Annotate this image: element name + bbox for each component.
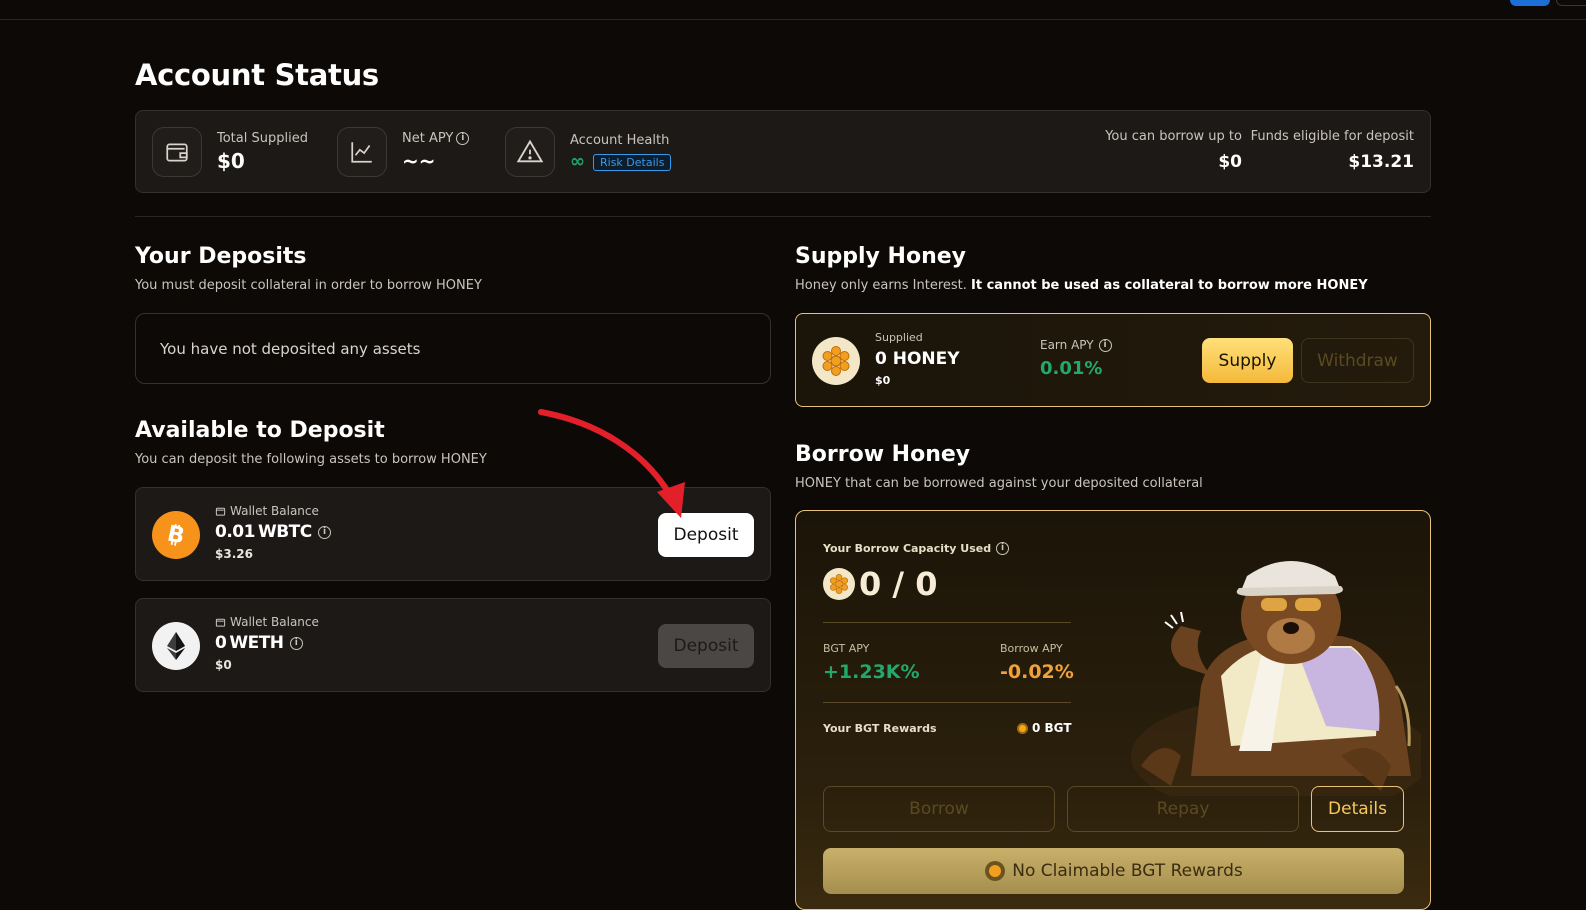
supplied-amount: 0 HONEY	[875, 349, 960, 369]
info-icon[interactable]: i	[996, 542, 1010, 555]
deposits-subtitle: You must deposit collateral in order to …	[135, 278, 482, 293]
supply-subtitle: Honey only earns Interest. It cannot be …	[795, 278, 1368, 293]
borrow-apy-value: -0.02%	[1000, 661, 1074, 683]
top-bar	[0, 0, 1586, 20]
funds-eligible-value: $13.21	[1348, 152, 1414, 172]
funds-eligible-label: Funds eligible for deposit	[1250, 129, 1414, 144]
available-subtitle: You can deposit the following assets to …	[135, 452, 487, 467]
wallet-icon	[152, 127, 202, 177]
honey-icon	[823, 568, 855, 600]
asset-symbol: WBTC	[257, 522, 312, 542]
account-health-label: Account Health	[570, 133, 670, 148]
deposits-title: Your Deposits	[135, 244, 307, 269]
risk-details-button[interactable]: Risk Details	[593, 153, 672, 171]
info-icon[interactable]: i	[289, 636, 303, 650]
net-apy-stat: Net APY i ~~	[337, 127, 470, 177]
borrow-apy-label: Borrow APY	[1000, 642, 1063, 655]
funds-eligible-stat: Funds eligible for deposit $13.21	[1251, 129, 1414, 172]
menu-button[interactable]	[1556, 0, 1586, 6]
total-supplied-label: Total Supplied	[217, 131, 308, 146]
warning-icon	[505, 127, 555, 177]
bitcoin-icon: B	[152, 511, 200, 559]
earn-apy-label: Earn APY	[1040, 338, 1094, 352]
asset-card-weth: Wallet Balance 0 WETH i $0 Deposit	[135, 598, 771, 692]
supply-subtitle-bold: It cannot be used as collateral to borro…	[971, 278, 1368, 293]
bgt-rewards-label: Your BGT Rewards	[823, 722, 937, 735]
asset-usd: $0	[215, 658, 232, 672]
details-button[interactable]: Details	[1311, 786, 1404, 832]
wallet-small-icon	[215, 507, 226, 516]
bgt-apy-label: BGT APY	[823, 642, 870, 655]
separator	[823, 702, 1071, 703]
total-supplied-value: $0	[217, 149, 245, 173]
repay-button[interactable]: Repay	[1067, 786, 1299, 832]
borrow-card: Your Borrow Capacity Used i 0 / 0 BGT AP…	[795, 510, 1431, 910]
withdraw-button[interactable]: Withdraw	[1301, 338, 1414, 383]
wallet-small-icon	[215, 618, 226, 627]
bgt-token-icon	[1017, 722, 1028, 734]
deposit-weth-button[interactable]: Deposit	[658, 624, 754, 668]
net-apy-value: ~~	[402, 149, 436, 173]
asset-amount: 0	[215, 633, 227, 653]
bgt-rewards-value: 0 BGT	[1032, 721, 1072, 735]
borrow-up-to-value: $0	[1218, 152, 1242, 172]
ethereum-icon	[152, 622, 200, 670]
claim-rewards-label: No Claimable BGT Rewards	[1012, 861, 1243, 881]
bear-illustration	[1131, 561, 1421, 796]
empty-text: You have not deposited any assets	[160, 339, 421, 358]
asset-amount: 0.01	[215, 522, 255, 542]
borrow-capacity: 0 / 0	[823, 565, 938, 603]
wallet-button[interactable]	[1510, 0, 1550, 6]
borrow-capacity-value: 0 / 0	[859, 565, 938, 603]
annotation-arrow	[538, 409, 685, 518]
separator	[823, 622, 1071, 623]
supply-title: Supply Honey	[795, 244, 966, 269]
info-icon[interactable]: i	[456, 132, 470, 145]
asset-usd: $3.26	[215, 547, 253, 561]
bgt-apy-value: +1.23K%	[823, 661, 920, 683]
asset-symbol: WETH	[229, 633, 284, 653]
bgt-rewards: 0 BGT	[1017, 721, 1072, 735]
borrow-capacity-label: Your Borrow Capacity Used	[823, 542, 992, 555]
account-status-bar: Total Supplied $0 Net APY i ~~ Account H…	[135, 110, 1431, 193]
info-icon[interactable]: i	[1098, 338, 1112, 352]
borrow-up-to-stat: You can borrow up to $0	[1105, 129, 1242, 172]
supplied-label: Supplied	[875, 331, 923, 344]
supply-card: Supplied 0 HONEY $0 Earn APY i 0.01% Sup…	[795, 313, 1431, 407]
borrow-button[interactable]: Borrow	[823, 786, 1055, 832]
health-value: ∞	[570, 151, 585, 172]
supply-subtitle-plain: Honey only earns Interest.	[795, 278, 972, 293]
supply-button[interactable]: Supply	[1202, 338, 1293, 383]
claim-rewards-button[interactable]: No Claimable BGT Rewards	[823, 848, 1404, 894]
borrow-title: Borrow Honey	[795, 442, 971, 467]
deposits-empty-state: You have not deposited any assets	[135, 313, 771, 384]
divider	[135, 216, 1431, 217]
bgt-token-icon	[985, 861, 1006, 881]
net-apy-label: Net APY	[402, 131, 454, 146]
earn-apy-value: 0.01%	[1040, 358, 1103, 379]
available-title: Available to Deposit	[135, 418, 385, 443]
wallet-balance-label: Wallet Balance	[230, 504, 319, 518]
borrow-up-to-label: You can borrow up to	[1105, 129, 1242, 144]
honey-icon	[812, 337, 860, 385]
borrow-subtitle: HONEY that can be borrowed against your …	[795, 476, 1203, 491]
supplied-usd: $0	[875, 374, 891, 387]
total-supplied-stat: Total Supplied $0	[152, 127, 308, 177]
chart-line-icon	[337, 127, 387, 177]
account-health-stat: Account Health ∞ Risk Details	[505, 127, 672, 177]
wallet-balance-label: Wallet Balance	[230, 615, 319, 629]
page-title: Account Status	[135, 58, 379, 92]
info-icon[interactable]: i	[317, 525, 331, 539]
